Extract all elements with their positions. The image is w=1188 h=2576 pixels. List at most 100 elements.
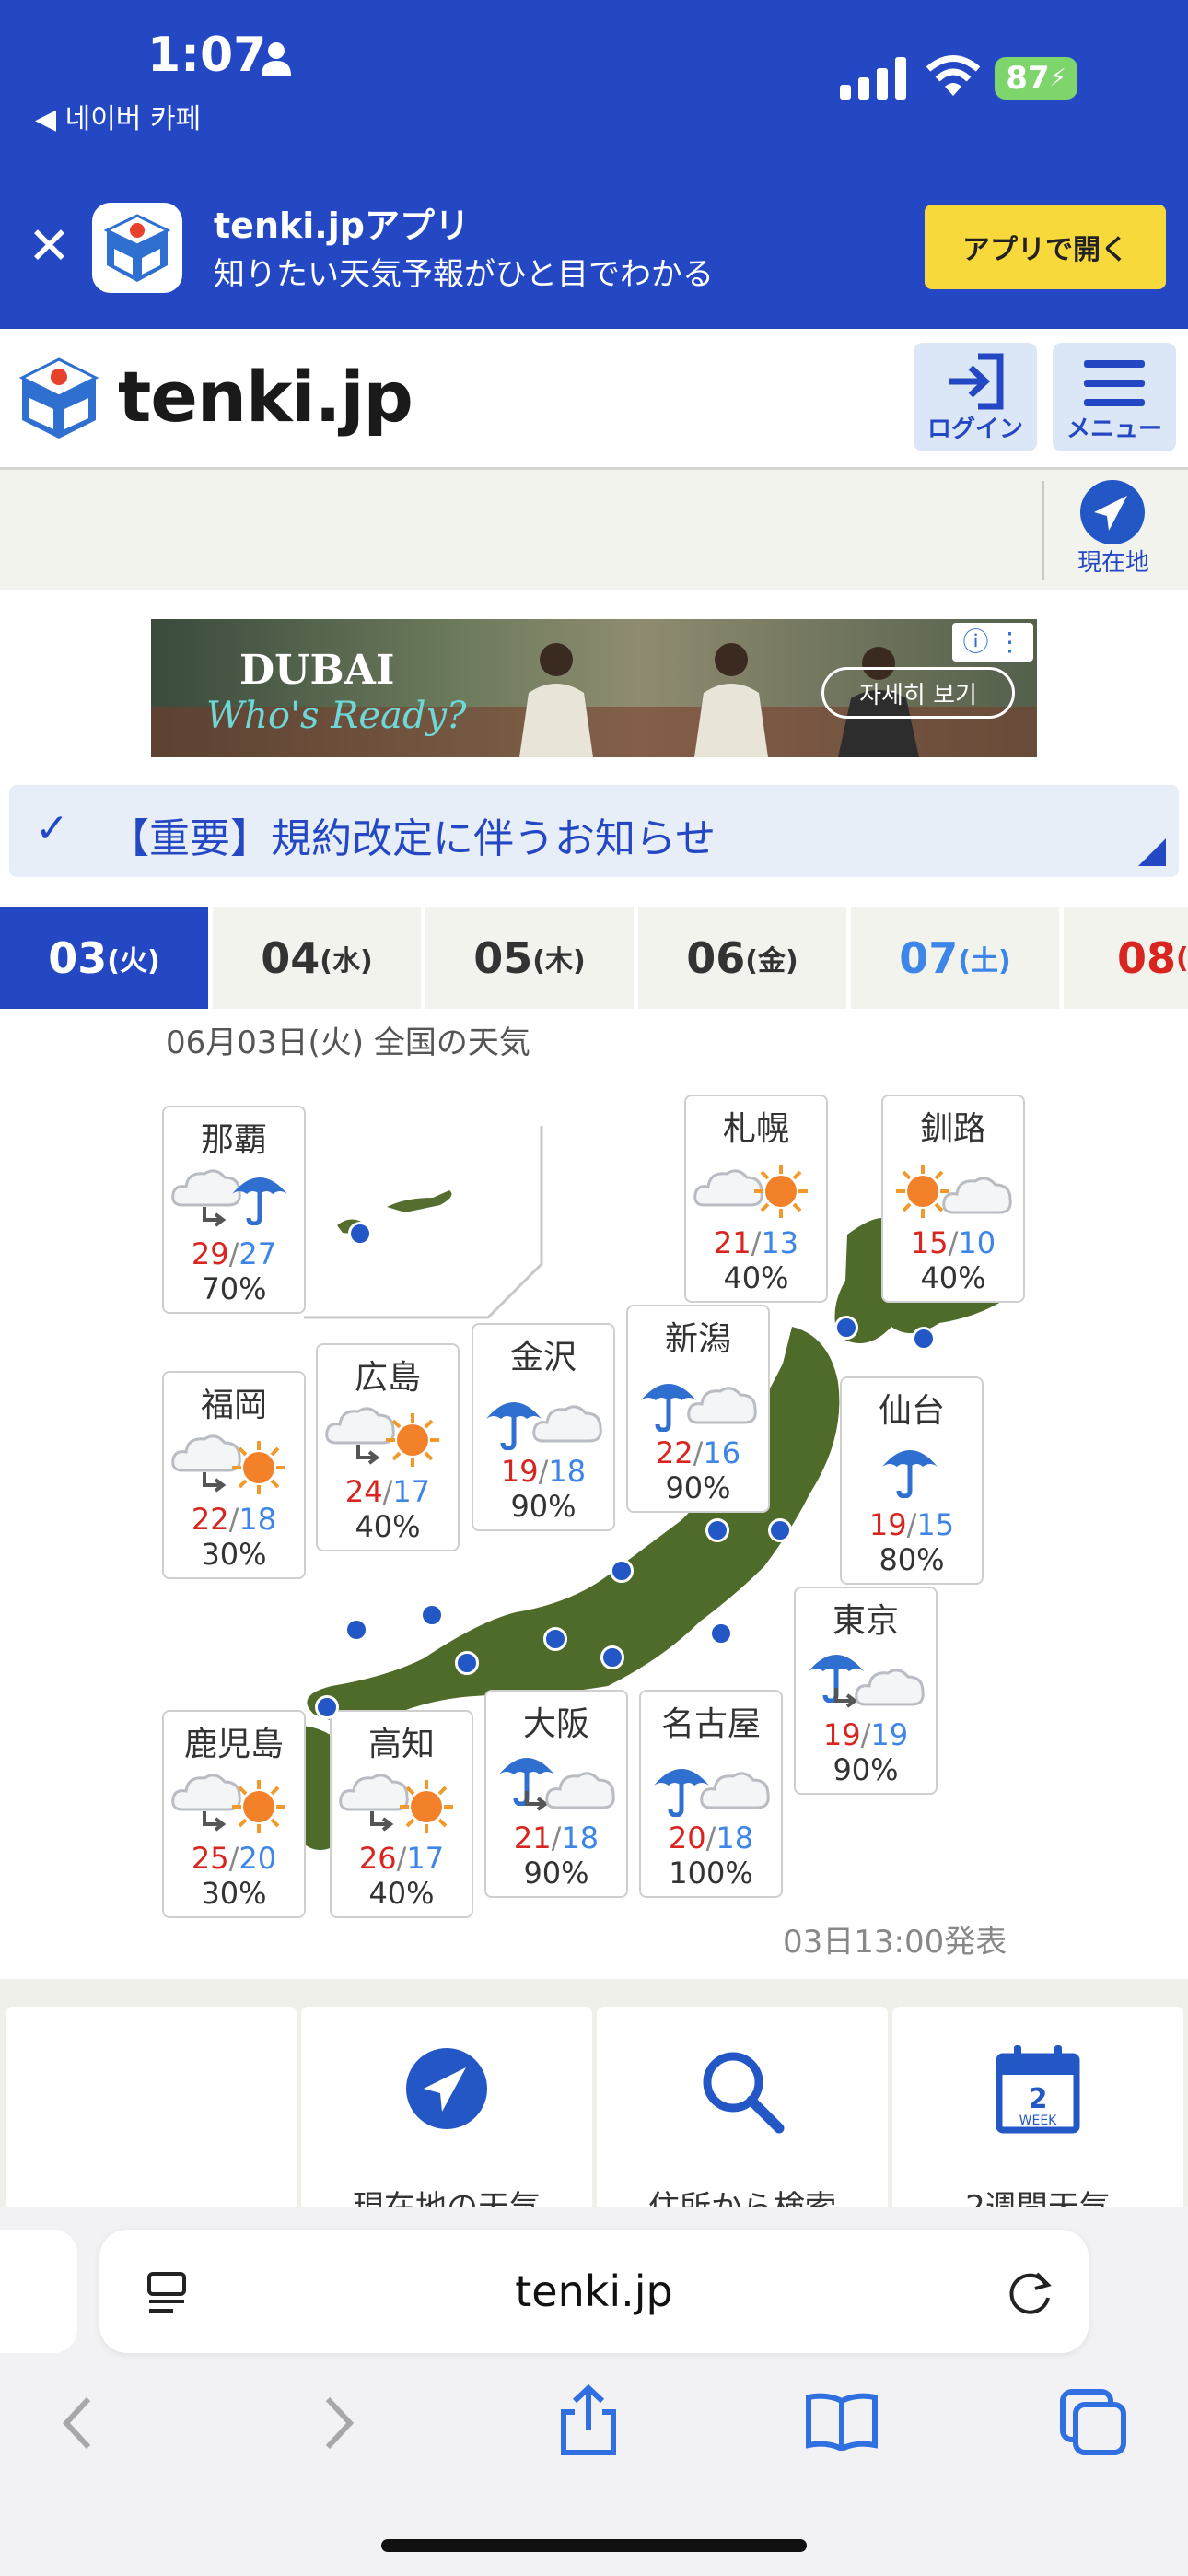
temperature-range: 22/18 xyxy=(164,1502,304,1537)
temperature-range: 19/19 xyxy=(796,1717,936,1752)
city-card[interactable]: 大阪 21/18 90% xyxy=(484,1690,628,1898)
city-card[interactable]: 福岡 22/18 30% xyxy=(162,1371,306,1579)
transition-arrow-icon xyxy=(201,1808,227,1837)
tabs-icon[interactable] xyxy=(1059,2388,1127,2456)
city-marker[interactable] xyxy=(455,1651,479,1675)
city-card[interactable]: 釧路 15/10 40% xyxy=(881,1095,1025,1303)
city-marker[interactable] xyxy=(543,1627,567,1651)
date-tab[interactable]: 04 (水) xyxy=(213,907,421,1009)
back-icon[interactable] xyxy=(59,2395,96,2451)
date-tab-day: 07 xyxy=(899,933,959,983)
city-card[interactable]: 金沢 19/18 90% xyxy=(472,1323,615,1531)
city-card[interactable]: 那覇 29/27 70% xyxy=(162,1106,306,1314)
ad-cta-button[interactable]: 자세히 보기 xyxy=(821,667,1015,719)
bookmarks-icon[interactable] xyxy=(805,2392,879,2451)
current-location-label[interactable]: 現在地 xyxy=(1077,544,1149,578)
low-temp: 10 xyxy=(958,1225,996,1260)
city-marker[interactable] xyxy=(834,1316,858,1340)
city-card[interactable]: 高知 26/17 40% xyxy=(330,1710,473,1918)
precip-probability: 40% xyxy=(920,1260,986,1295)
temperature-range: 24/17 xyxy=(318,1474,458,1509)
city-card[interactable]: 新潟 22/16 90% xyxy=(626,1305,770,1513)
date-tab[interactable]: 06 (金) xyxy=(638,907,846,1009)
battery-level: 87 xyxy=(1006,60,1050,97)
cloud-icon xyxy=(853,1662,926,1714)
temperature-range: 26/17 xyxy=(332,1841,472,1876)
battery-indicator: 87 ⚡ xyxy=(995,57,1077,100)
city-marker[interactable] xyxy=(420,1603,444,1627)
forward-icon[interactable] xyxy=(320,2395,357,2451)
share-icon[interactable] xyxy=(556,2384,621,2458)
ad-info-icon[interactable]: ⓘ ⋮ xyxy=(952,623,1033,662)
low-temp: 13 xyxy=(761,1225,799,1260)
city-card[interactable]: 東京 19/19 90% xyxy=(794,1587,938,1795)
city-name: 那覇 xyxy=(200,1121,267,1159)
city-card[interactable]: 仙台 19/15 80% xyxy=(840,1376,984,1585)
status-time: 1:07 xyxy=(147,28,267,83)
precip-probability: 30% xyxy=(201,1537,267,1572)
menu-button[interactable]: メニュー xyxy=(1053,343,1176,451)
check-icon: ✓ xyxy=(35,805,69,852)
cloud-icon xyxy=(543,1765,617,1817)
cloud-icon xyxy=(530,1399,604,1450)
high-temp: 21 xyxy=(713,1225,751,1260)
temp-separator: / xyxy=(551,1821,562,1856)
url-text[interactable]: tenki.jp xyxy=(99,2266,1089,2316)
close-banner-button[interactable]: ✕ xyxy=(28,221,71,273)
previous-tab-peek[interactable] xyxy=(0,2230,77,2353)
location-divider xyxy=(1042,481,1044,580)
city-card[interactable]: 広島 24/17 40% xyxy=(316,1343,460,1551)
shortcut-two-week[interactable]: 2 WEEK 2週間天気 xyxy=(892,2007,1183,2219)
back-to-app-link[interactable]: ◀ 네이버 카페 xyxy=(35,96,201,136)
login-button[interactable]: ログイン xyxy=(914,343,1037,451)
transition-arrow-icon xyxy=(368,1808,394,1837)
address-bar[interactable]: tenki.jp xyxy=(99,2230,1089,2353)
date-tab-day: 03 xyxy=(48,933,108,983)
shortcut-current-weather[interactable]: 現在地の天気 xyxy=(301,2007,592,2219)
city-marker[interactable] xyxy=(610,1559,634,1583)
advertisement-banner[interactable]: DUBAI Who's Ready? 자세히 보기 ⓘ ⋮ xyxy=(151,619,1037,757)
tenki-logo-icon[interactable] xyxy=(13,352,105,444)
ad-brand: DUBAI xyxy=(239,647,395,694)
city-card[interactable]: 札幌 21/13 40% xyxy=(684,1095,828,1303)
city-marker[interactable] xyxy=(705,1518,729,1542)
shortcut-blank[interactable] xyxy=(6,2007,297,2219)
date-tab[interactable]: 08( xyxy=(1064,907,1188,1009)
low-temp: 18 xyxy=(239,1502,277,1537)
open-in-app-button[interactable]: アプリで開く xyxy=(925,205,1166,289)
notice-text[interactable]: 【重要】規約改定に伴うお知らせ xyxy=(109,805,716,864)
reload-icon[interactable] xyxy=(1006,2266,1055,2316)
precip-probability: 40% xyxy=(355,1509,421,1544)
temp-separator: / xyxy=(396,1841,407,1876)
date-tab-day: 04 xyxy=(261,933,320,983)
precip-probability: 40% xyxy=(723,1260,789,1295)
date-tab[interactable]: 07 (土) xyxy=(851,907,1059,1009)
city-marker[interactable] xyxy=(912,1327,936,1351)
city-card[interactable]: 名古屋 20/18 100% xyxy=(639,1690,783,1898)
high-temp: 22 xyxy=(655,1435,693,1470)
precip-probability: 90% xyxy=(833,1752,899,1787)
japan-weather-map: 那覇 29/27 70% 札幌 21/13 40% 釧路 15/10 40% 福岡 22/18 30%… xyxy=(0,1050,1188,1972)
date-tab-weekday: (木) xyxy=(532,945,586,978)
current-location-icon[interactable] xyxy=(1079,479,1146,545)
city-marker[interactable] xyxy=(315,1695,339,1719)
shortcut-address-search[interactable]: 住所から検索 xyxy=(597,2007,888,2219)
city-marker[interactable] xyxy=(600,1645,624,1669)
temperature-range: 29/27 xyxy=(164,1236,304,1271)
city-marker[interactable] xyxy=(768,1518,792,1542)
login-label: ログイン xyxy=(926,416,1023,443)
temperature-range: 25/20 xyxy=(164,1841,304,1876)
city-name: 福岡 xyxy=(200,1387,267,1424)
city-card[interactable]: 鹿児島 25/20 30% xyxy=(162,1710,306,1918)
temp-separator: / xyxy=(860,1717,871,1752)
date-tab[interactable]: 05 (木) xyxy=(425,907,634,1009)
date-tab[interactable]: 03 (火) xyxy=(0,907,208,1009)
city-marker[interactable] xyxy=(709,1622,733,1645)
city-marker[interactable] xyxy=(348,1222,372,1246)
high-temp: 20 xyxy=(668,1821,706,1856)
precip-probability: 90% xyxy=(665,1470,731,1505)
city-marker[interactable] xyxy=(344,1618,368,1642)
city-name: 高知 xyxy=(367,1726,435,1763)
site-logo-text[interactable]: tenki.jp xyxy=(118,356,413,438)
login-icon xyxy=(949,353,1004,410)
